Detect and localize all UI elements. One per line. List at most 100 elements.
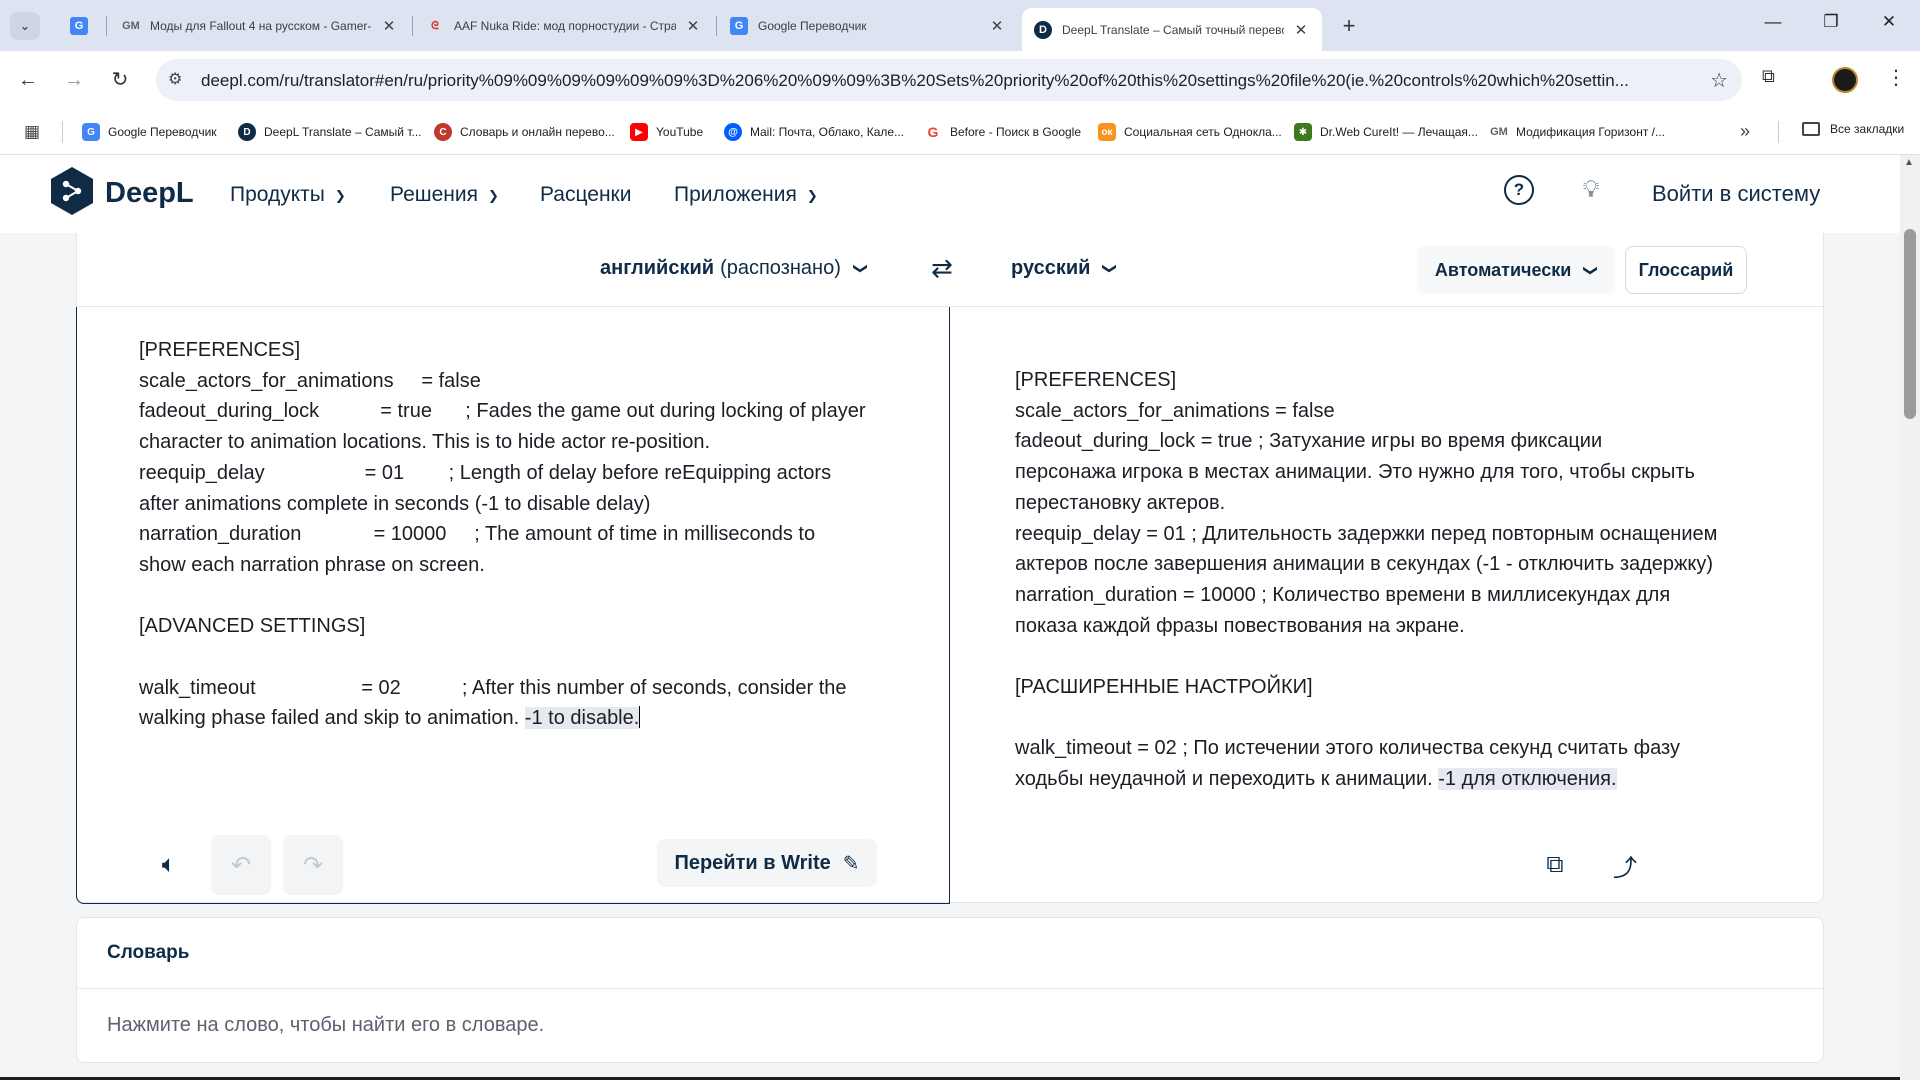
menu-dots-icon[interactable]: ⋮ [1886,65,1906,90]
bookmark-youtube[interactable]: ▶ YouTube [630,122,703,142]
bookmarks-separator [62,121,63,143]
text-line [1015,641,1717,672]
lightbulb-icon[interactable]: 💡︎ [1576,175,1606,205]
bookmark-mail[interactable]: @ Mail: Почта, Облако, Кале... [724,122,904,142]
bookmark-odnoklassniki[interactable]: ок Социальная сеть Однокла... [1098,122,1282,142]
bookmark-dictionary[interactable]: С Словарь и онлайн перево... [434,122,615,142]
text-line: scale_actors_for_animations = false [139,369,481,392]
source-language-selector[interactable]: английский (распознано) ❯ [600,257,870,280]
text-line: walk_timeout = 02 ; After this number of… [139,676,847,699]
swap-languages-icon[interactable]: ⇄ [931,253,953,284]
source-text-area[interactable]: [PREFERENCES] scale_actors_for_animations… [76,307,950,904]
google-icon: G [924,123,942,141]
extensions-icon[interactable]: ⧉ [1762,66,1775,87]
tab-aaf-nuka-ride[interactable]: ᘓ AAF Nuka Ride: мод порностудии - Стра … [414,8,714,44]
text-line: narration_duration = 10000 ; The amount … [139,523,816,546]
nav-solutions[interactable]: Решения ❯ [390,183,499,207]
translated-text[interactable]: [PREFERENCES] scale_actors_for_animations… [1015,365,1717,795]
dictionary-title: Словарь [107,942,190,963]
gm-icon: GM [1490,126,1508,138]
tab-separator [716,16,717,36]
target-text-area: [PREFERENCES] scale_actors_for_animations… [951,307,1825,903]
highlighted-sentence[interactable]: -1 to disable. [524,707,640,730]
text-line: fadeout_during_lock = true ; Затухание и… [1015,430,1603,453]
nav-apps[interactable]: Приложения ❯ [674,183,818,207]
target-toolbar: ⧉ ⤴ [951,823,1825,903]
bookmark-star-icon[interactable]: ☆ [1710,68,1728,93]
source-text[interactable]: [PREFERENCES] scale_actors_for_animations… [139,335,866,734]
highlighted-sentence[interactable]: -1 для отключения. [1438,768,1617,791]
text-line: show each narration phrase on screen. [139,553,485,576]
tab-search-button[interactable]: ⌄ [10,12,40,40]
deepl-header: DeepL Продукты ❯ Решения ❯ Расценки Прилож… [0,155,1900,233]
text-line [139,642,866,673]
magic-wand-icon: ✎ [842,852,860,875]
chevron-down-icon: ❯ [853,262,870,275]
chevron-down-icon: ❯ [334,188,346,203]
copy-icon[interactable]: ⧉ [1525,835,1585,895]
close-tab-icon[interactable]: ✕ [1292,21,1310,39]
nav-products[interactable]: Продукты ❯ [230,183,346,207]
url-text[interactable]: deepl.com/ru/translator#en/ru/priority%0… [201,71,1661,91]
bookmark-google-search[interactable]: G Before - Поиск в Google [924,122,1081,142]
formality-selector[interactable]: Автоматически ❯ [1417,246,1615,294]
help-icon[interactable]: ? [1504,175,1534,205]
text-line: scale_actors_for_animations = false [1015,399,1335,422]
text-line: актеров после завершения анимации в секу… [1015,553,1714,576]
bookmark-gorizont[interactable]: GM Модификация Горизонт /... [1490,122,1665,142]
site-info-icon[interactable]: ⚙ [168,69,182,89]
avatar[interactable] [1832,67,1858,93]
tab-gamer-mods[interactable]: GM Моды для Fallout 4 на русском - Gamer… [110,8,410,44]
apps-grid-icon[interactable]: ▦ [24,122,40,142]
bookmarks-separator [1778,121,1779,143]
text-line: персонажа игрока в местах анимации. Это … [1015,461,1695,484]
google-translate-icon: G [82,123,100,141]
deepl-logo-text[interactable]: DeepL [105,177,194,210]
tab-google-translate-pinned[interactable]: G [58,8,110,44]
reload-icon[interactable]: ↻ [106,66,134,94]
bookmark-deepl[interactable]: D DeepL Translate – Самый т... [238,122,422,142]
all-bookmarks-button[interactable]: Все закладки [1802,122,1904,136]
scroll-up-icon[interactable]: ▲ [1904,157,1914,168]
back-icon[interactable]: ← [14,66,42,94]
nav-pricing[interactable]: Расценки [540,183,631,207]
dictionary-icon: С [434,123,452,141]
tab-google-translate[interactable]: G Google Переводчик ✕ [718,8,1018,44]
text-line: fadeout_during_lock = true ; Fades the g… [139,400,866,423]
minimize-icon[interactable]: — [1760,12,1786,32]
restore-icon[interactable]: ❐ [1818,12,1844,32]
tab-strip: ⌄ G GM Моды для Fallout 4 на русском - G… [0,0,1920,51]
redo-icon[interactable]: ↷ [283,835,343,895]
chevron-down-icon: ⌄ [19,18,31,33]
close-tab-icon[interactable]: ✕ [380,17,398,35]
close-tab-icon[interactable]: ✕ [684,17,702,35]
bookmark-drweb[interactable]: ✱ Dr.Web CureIt! — Лечащая... [1294,122,1478,142]
tab-deepl-translate[interactable]: D DeepL Translate – Самый точный перево … [1022,8,1322,51]
target-language-selector[interactable]: русский ❯ [1011,257,1119,280]
text-plain: walking phase failed and skip to animati… [139,707,525,730]
page-scrollbar[interactable]: ▲ [1900,155,1920,1080]
swirl-icon: ᘓ [431,19,439,32]
dictionary-panel: Словарь Нажмите на слово, чтобы найти ег… [76,917,1824,1063]
more-bookmarks-icon[interactable]: » [1740,121,1750,142]
close-window-icon[interactable]: ✕ [1876,12,1902,32]
forward-icon[interactable]: → [60,66,88,94]
language-bar: английский (распознано) ❯ ⇄ русский ❯ Ав… [77,233,1825,307]
go-to-write-button[interactable]: Перейти в Write ✎ [657,839,877,887]
bookmark-google-translate[interactable]: G Google Переводчик [82,122,217,142]
new-tab-button[interactable]: + [1336,13,1362,39]
close-tab-icon[interactable]: ✕ [988,17,1006,35]
bookmarks-bar: ▦ G Google Переводчик D DeepL Translate … [0,109,1920,155]
address-bar[interactable]: ⚙ deepl.com/ru/translator#en/ru/priority… [156,59,1742,101]
scroll-thumb[interactable] [1904,229,1916,419]
undo-icon[interactable]: ↶ [211,835,271,895]
glossary-button[interactable]: Глоссарий [1625,246,1747,294]
share-icon[interactable]: ⤴ [1595,835,1655,895]
browser-toolbar: ← → ↻ ⚙ deepl.com/ru/translator#en/ru/pr… [0,51,1920,109]
text-line [139,581,866,612]
text-line: перестановку актеров. [1015,491,1226,514]
deepl-logo-icon[interactable] [51,167,93,215]
source-toolbar: 🔈︎ ↶ ↷ Перейти в Write ✎ [77,823,949,903]
login-link[interactable]: Войти в систему [1652,181,1820,207]
speaker-icon[interactable]: 🔈︎ [139,835,199,895]
